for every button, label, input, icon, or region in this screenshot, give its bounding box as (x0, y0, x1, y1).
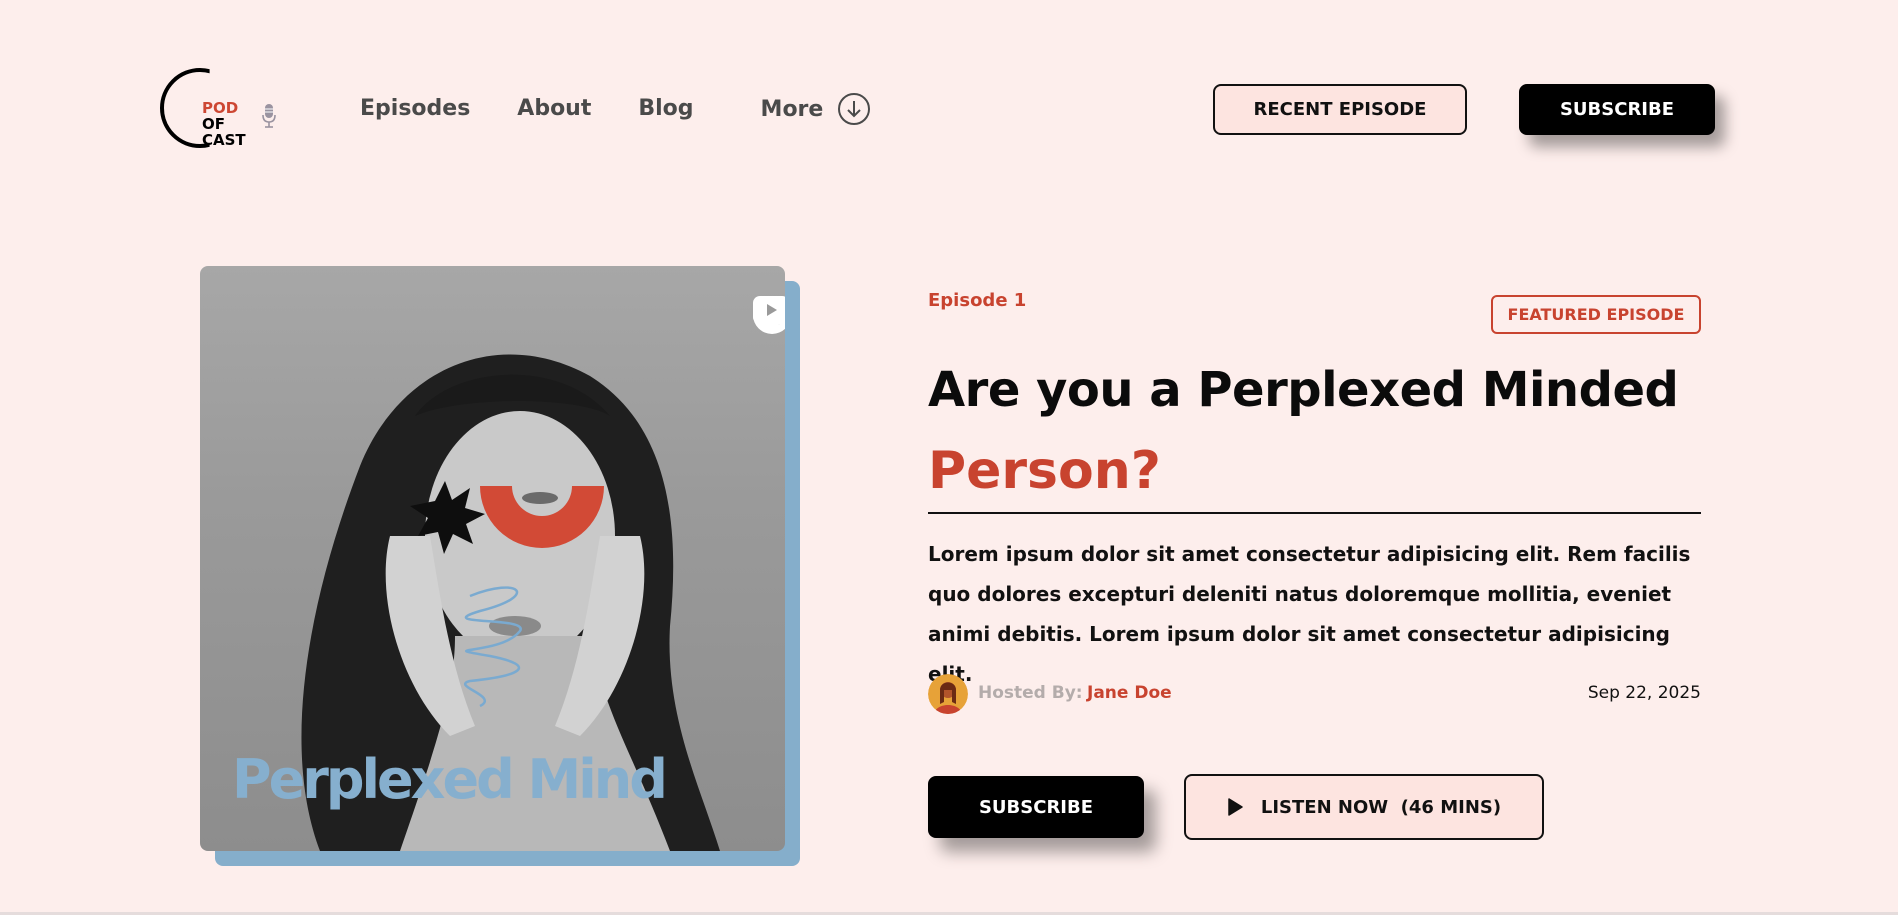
avatar (928, 674, 968, 714)
episode-title: Are you a Perplexed Minded (928, 362, 1679, 418)
nav-blog[interactable]: Blog (638, 92, 693, 126)
episode-number: Episode 1 (928, 290, 1027, 311)
listen-now-label: LISTEN NOW (46 MINS) (1260, 796, 1502, 818)
podcast-cover: Perplexed Mind (200, 266, 785, 851)
nav-more-label: More (760, 96, 824, 122)
play-icon (1228, 798, 1243, 816)
listen-now-button[interactable]: LISTEN NOW (46 MINS) (1184, 774, 1544, 840)
nav-about[interactable]: About (517, 92, 591, 126)
logo-pod: POD (202, 99, 239, 117)
arrow-down-circle-icon (838, 93, 871, 125)
logo[interactable]: POD OF CAST (158, 66, 288, 152)
host-name[interactable]: Jane Doe (1087, 683, 1172, 703)
recent-episode-button[interactable]: RECENT EPISODE (1213, 84, 1467, 135)
logo-text: POD OF CAST (202, 100, 246, 148)
logo-cast: CAST (202, 131, 246, 149)
episode-date: Sep 22, 2025 (1587, 683, 1701, 703)
featured-badge: FEATURED EPISODE (1491, 295, 1701, 334)
episode-description: Lorem ipsum dolor sit amet consectetur a… (928, 542, 1691, 686)
main-nav: Episodes About Blog More (360, 92, 871, 126)
hosted-by-label: Hosted By: (978, 683, 1083, 703)
episode-title-highlight: Person? (928, 441, 1161, 501)
cover-title: Perplexed Mind (232, 748, 668, 811)
nav-episodes[interactable]: Episodes (360, 92, 470, 126)
subscribe-button[interactable]: SUBSCRIBE (928, 776, 1144, 838)
logo-of: OF (202, 115, 225, 133)
header-subscribe-button[interactable]: SUBSCRIBE (1519, 84, 1715, 135)
youtube-icon[interactable] (753, 296, 785, 324)
microphone-icon (262, 104, 276, 128)
nav-more[interactable]: More (761, 92, 872, 126)
title-divider (928, 512, 1701, 514)
